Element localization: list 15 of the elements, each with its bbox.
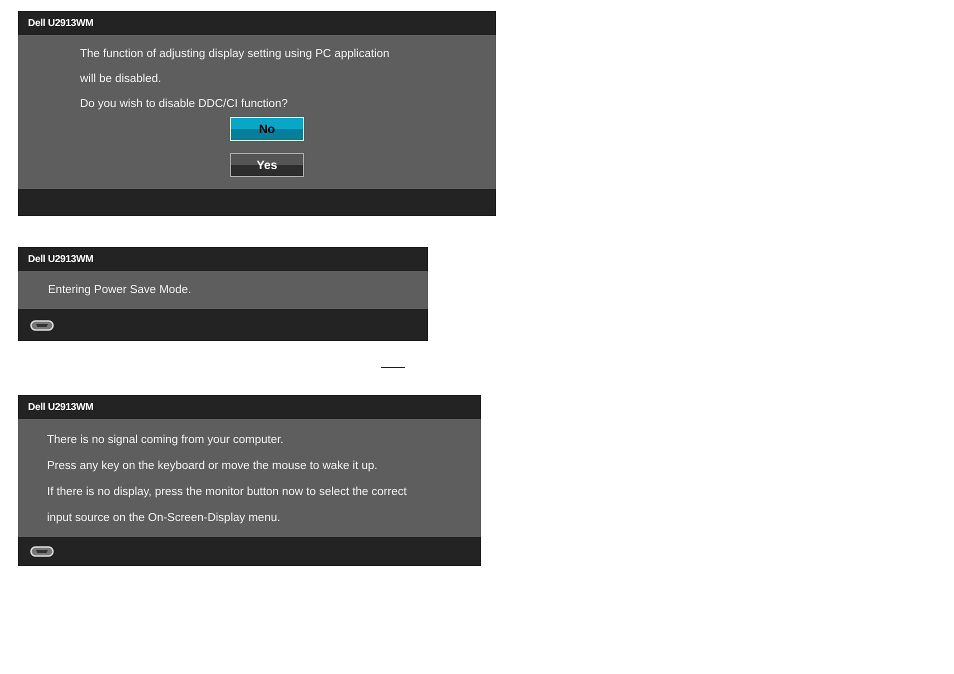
- dialog-title: Dell U2913WM: [28, 400, 94, 414]
- message-text: There is no signal coming from your computer.: [47, 433, 284, 447]
- message-text: The function of adjusting display setting using PC application: [80, 47, 390, 61]
- dialog-button[interactable]: Yes: [230, 153, 304, 177]
- message-text: input source on the On-Screen-Display menu.: [47, 511, 282, 525]
- dialog-title: Dell U2913WM: [28, 252, 94, 266]
- dialog-button[interactable]: No: [230, 117, 304, 141]
- message-text: Do you wish to disable DDC/CI function?: [80, 97, 289, 111]
- message-text: If there is no display, press the monitor button now to select the correct: [47, 485, 408, 499]
- message-text: will be disabled.: [80, 72, 162, 86]
- message-text: Entering Power Save Mode.: [48, 283, 192, 297]
- message-text: Press any key on the keyboard or move the mouse to wake it up.: [47, 459, 378, 473]
- dialog-title: Dell U2913WM: [28, 16, 94, 30]
- connector-icon: [30, 320, 54, 330]
- connector-icon: [30, 546, 54, 557]
